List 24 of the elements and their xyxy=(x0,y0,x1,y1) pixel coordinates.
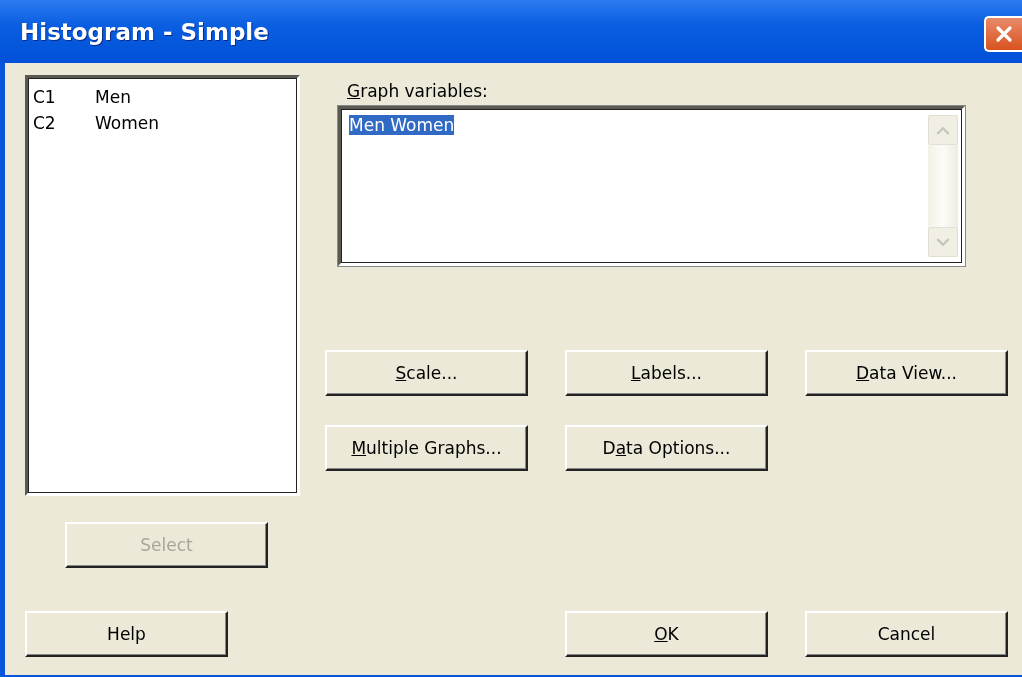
dialog-button[interactable]: OK xyxy=(565,611,768,657)
dialog-button[interactable]: Data View... xyxy=(805,350,1008,396)
variables-listbox[interactable]: C1 Men C2 Women xyxy=(25,75,300,496)
column-id: C1 xyxy=(33,86,57,109)
scrollbar[interactable] xyxy=(928,115,958,257)
chevron-up-icon xyxy=(936,125,950,135)
dialog-button[interactable]: Labels... xyxy=(565,350,768,396)
variable-name: Men xyxy=(95,86,131,109)
window-title: Histogram - Simple xyxy=(20,18,269,45)
dialog-button[interactable]: Help xyxy=(25,611,228,657)
graph-variables-label: Graph variables: xyxy=(347,80,489,103)
variable-name: Women xyxy=(95,112,159,135)
field-value: Men Women xyxy=(349,115,455,135)
graph-variables-field[interactable]: Men Women xyxy=(338,106,965,266)
scroll-up-button[interactable] xyxy=(928,115,958,145)
scroll-down-button[interactable] xyxy=(928,227,958,257)
chevron-down-icon xyxy=(936,237,950,247)
close-button[interactable] xyxy=(984,15,1022,52)
close-icon xyxy=(994,23,1014,44)
dialog-button[interactable]: Scale... xyxy=(325,350,528,396)
column-id: C2 xyxy=(33,112,57,135)
dialog-button[interactable]: Cancel xyxy=(805,611,1008,657)
dialog-button[interactable]: Data Options... xyxy=(565,425,768,471)
dialog-button[interactable]: Multiple Graphs... xyxy=(325,425,528,471)
